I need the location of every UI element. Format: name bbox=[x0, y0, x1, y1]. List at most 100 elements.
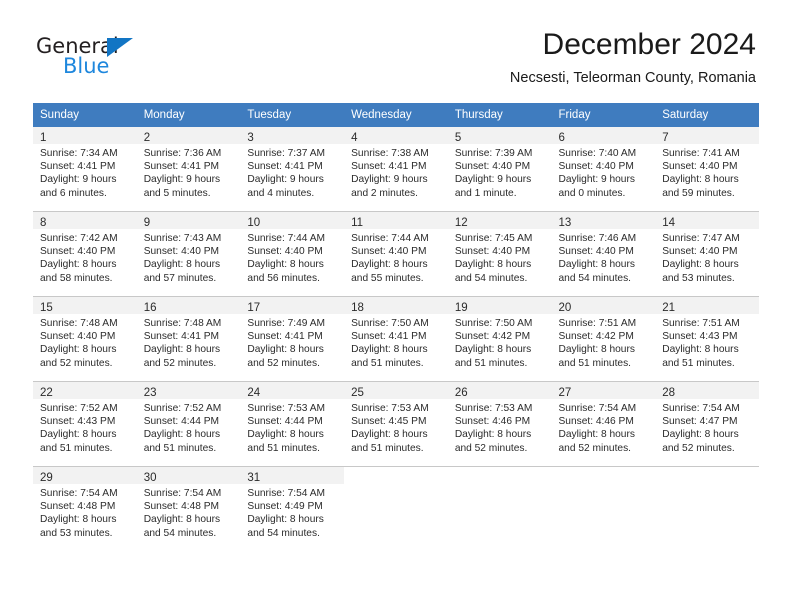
day-number: 2 bbox=[143, 132, 151, 144]
day-details: Sunrise: 7:53 AM Sunset: 4:45 PM Daylight:… bbox=[344, 399, 448, 455]
day-details: Sunrise: 7:54 AM Sunset: 4:48 PM Daylight:… bbox=[33, 484, 137, 540]
calendar-day-cell[interactable]: 26 Sunrise: 7:53 AM Sunset: 4:46 PM Dayligh… bbox=[447, 382, 552, 467]
calendar-day-cell[interactable]: 12 Sunrise: 7:45 AM Sunset: 4:40 PM Dayligh… bbox=[447, 212, 552, 297]
sunset-text: Sunset: 4:40 PM bbox=[143, 246, 220, 258]
calendar-day-cell[interactable]: 20 Sunrise: 7:51 AM Sunset: 4:42 PM Dayligh… bbox=[551, 297, 656, 382]
day-details: Sunrise: 7:43 AM Sunset: 4:40 PM Daylight:… bbox=[137, 229, 241, 285]
day-cell-content: 30 Sunrise: 7:54 AM Sunset: 4:48 PM Dayligh… bbox=[136, 467, 241, 551]
title-block: December 2024 Necsesti, Teleorman County… bbox=[510, 28, 756, 88]
daylight-text-line1: Daylight: 8 hours bbox=[247, 514, 324, 526]
calendar-day-cell[interactable]: 11 Sunrise: 7:44 AM Sunset: 4:40 PM Dayligh… bbox=[344, 212, 448, 297]
calendar-day-cell[interactable]: 19 Sunrise: 7:50 AM Sunset: 4:42 PM Dayligh… bbox=[447, 297, 552, 382]
calendar-day-cell[interactable]: 9 Sunrise: 7:43 AM Sunset: 4:40 PM Daylight… bbox=[136, 212, 241, 297]
calendar-day-cell[interactable]: 27 Sunrise: 7:54 AM Sunset: 4:46 PM Dayligh… bbox=[551, 382, 656, 467]
calendar-day-cell[interactable]: 13 Sunrise: 7:46 AM Sunset: 4:40 PM Dayligh… bbox=[551, 212, 656, 297]
day-number: 13 bbox=[558, 217, 572, 229]
calendar-day-cell[interactable]: 21 Sunrise: 7:51 AM Sunset: 4:43 PM Dayligh… bbox=[655, 297, 759, 382]
day-cell-content: 28 Sunrise: 7:54 AM Sunset: 4:47 PM Dayligh… bbox=[655, 382, 759, 466]
weekday-header-monday: Monday bbox=[136, 103, 241, 127]
calendar-page: General Blue December 2024 Necsesti, Tel… bbox=[0, 0, 792, 612]
daylight-text-line1: Daylight: 8 hours bbox=[143, 514, 221, 526]
sunrise-text: Sunrise: 7:42 AM bbox=[40, 233, 118, 244]
calendar-day-cell[interactable]: 15 Sunrise: 7:48 AM Sunset: 4:40 PM Dayligh… bbox=[33, 297, 137, 382]
day-cell-content: 27 Sunrise: 7:54 AM Sunset: 4:46 PM Dayligh… bbox=[551, 382, 656, 466]
calendar-day-cell[interactable]: 6 Sunrise: 7:40 AM Sunset: 4:40 PM Daylight… bbox=[551, 127, 656, 212]
location-subtitle: Necsesti, Teleorman County, Romania bbox=[509, 70, 756, 86]
day-number: 4 bbox=[351, 132, 358, 144]
daylight-text-line1: Daylight: 8 hours bbox=[247, 429, 324, 441]
daylight-text-line2: and 57 minutes. bbox=[143, 272, 217, 284]
sunrise-text: Sunrise: 7:34 AM bbox=[40, 148, 118, 159]
day-details: Sunrise: 7:53 AM Sunset: 4:44 PM Daylight:… bbox=[240, 399, 344, 455]
sunrise-text: Sunrise: 7:50 AM bbox=[351, 318, 429, 329]
day-number-bar: 2 bbox=[136, 127, 241, 144]
calendar-day-cell[interactable]: 14 Sunrise: 7:47 AM Sunset: 4:40 PM Dayligh… bbox=[655, 212, 759, 297]
daylight-text-line1: Daylight: 9 hours bbox=[558, 174, 635, 186]
calendar-day-cell[interactable]: 18 Sunrise: 7:50 AM Sunset: 4:41 PM Dayligh… bbox=[344, 297, 448, 382]
day-number: 28 bbox=[662, 387, 676, 399]
empty-day bbox=[447, 467, 552, 551]
sunset-text: Sunset: 4:40 PM bbox=[40, 246, 116, 258]
calendar-cell-empty bbox=[655, 467, 759, 551]
day-details: Sunrise: 7:54 AM Sunset: 4:49 PM Daylight:… bbox=[240, 484, 344, 540]
calendar-day-cell[interactable]: 25 Sunrise: 7:53 AM Sunset: 4:45 PM Dayligh… bbox=[344, 382, 448, 467]
daylight-text-line1: Daylight: 9 hours bbox=[247, 174, 324, 186]
calendar-day-cell[interactable]: 24 Sunrise: 7:53 AM Sunset: 4:44 PM Dayligh… bbox=[240, 382, 345, 467]
day-details: Sunrise: 7:39 AM Sunset: 4:40 PM Daylight:… bbox=[448, 144, 552, 200]
day-number-bar: 22 bbox=[33, 382, 137, 399]
day-number: 6 bbox=[558, 132, 565, 144]
day-number: 25 bbox=[351, 387, 364, 399]
sunset-text: Sunset: 4:41 PM bbox=[247, 161, 323, 173]
daylight-text-line2: and 51 minutes. bbox=[662, 357, 735, 369]
daylight-text-line2: and 51 minutes. bbox=[454, 357, 528, 369]
calendar-week-row: 29 Sunrise: 7:54 AM Sunset: 4:48 PM Dayligh… bbox=[33, 467, 759, 551]
day-details: Sunrise: 7:54 AM Sunset: 4:47 PM Daylight:… bbox=[655, 399, 759, 455]
day-details: Sunrise: 7:50 AM Sunset: 4:41 PM Daylight:… bbox=[344, 314, 448, 370]
calendar-day-cell[interactable]: 22 Sunrise: 7:52 AM Sunset: 4:43 PM Dayligh… bbox=[33, 382, 137, 467]
daylight-text-line1: Daylight: 9 hours bbox=[454, 174, 532, 186]
calendar-day-cell[interactable]: 30 Sunrise: 7:54 AM Sunset: 4:48 PM Dayligh… bbox=[136, 467, 241, 551]
sunset-text: Sunset: 4:41 PM bbox=[351, 161, 427, 173]
day-number: 10 bbox=[247, 217, 261, 229]
calendar-day-cell[interactable]: 28 Sunrise: 7:54 AM Sunset: 4:47 PM Dayligh… bbox=[655, 382, 759, 467]
daylight-text-line2: and 52 minutes. bbox=[40, 357, 113, 369]
day-number: 16 bbox=[143, 302, 157, 314]
day-number-bar: 16 bbox=[136, 297, 241, 314]
calendar-day-cell[interactable]: 17 Sunrise: 7:49 AM Sunset: 4:41 PM Dayligh… bbox=[240, 297, 345, 382]
calendar-week-row: 8 Sunrise: 7:42 AM Sunset: 4:40 PM Daylight… bbox=[33, 212, 759, 297]
daylight-text-line2: and 54 minutes. bbox=[143, 527, 217, 539]
sunrise-text: Sunrise: 7:44 AM bbox=[247, 233, 325, 244]
day-details: Sunrise: 7:48 AM Sunset: 4:40 PM Daylight:… bbox=[33, 314, 137, 370]
calendar-day-cell[interactable]: 23 Sunrise: 7:52 AM Sunset: 4:44 PM Dayligh… bbox=[136, 382, 241, 467]
general-blue-logo[interactable]: General Blue bbox=[36, 35, 216, 85]
calendar-day-cell[interactable]: 4 Sunrise: 7:38 AM Sunset: 4:41 PM Daylight… bbox=[344, 127, 448, 212]
daylight-text-line1: Daylight: 8 hours bbox=[143, 259, 221, 271]
sunrise-text: Sunrise: 7:53 AM bbox=[454, 403, 533, 414]
day-number: 19 bbox=[454, 302, 468, 314]
calendar-header-row: Sunday Monday Tuesday Wednesday Thursday… bbox=[33, 103, 759, 127]
calendar-day-cell[interactable]: 16 Sunrise: 7:48 AM Sunset: 4:41 PM Dayligh… bbox=[136, 297, 241, 382]
day-cell-content: 12 Sunrise: 7:45 AM Sunset: 4:40 PM Dayligh… bbox=[447, 212, 552, 296]
daylight-text-line1: Daylight: 8 hours bbox=[454, 344, 532, 356]
sunset-text: Sunset: 4:40 PM bbox=[662, 246, 738, 258]
calendar-day-cell[interactable]: 3 Sunrise: 7:37 AM Sunset: 4:41 PM Daylight… bbox=[240, 127, 345, 212]
day-number-bar: 17 bbox=[240, 297, 345, 314]
calendar-cell-empty bbox=[447, 467, 552, 551]
day-cell-content: 20 Sunrise: 7:51 AM Sunset: 4:42 PM Dayligh… bbox=[551, 297, 656, 381]
sunrise-text: Sunrise: 7:53 AM bbox=[247, 403, 325, 414]
calendar-day-cell[interactable]: 8 Sunrise: 7:42 AM Sunset: 4:40 PM Daylight… bbox=[33, 212, 137, 297]
calendar-day-cell[interactable]: 7 Sunrise: 7:41 AM Sunset: 4:40 PM Daylight… bbox=[655, 127, 759, 212]
calendar-day-cell[interactable]: 1 Sunrise: 7:34 AM Sunset: 4:41 PM Daylight… bbox=[33, 127, 137, 212]
calendar-day-cell[interactable]: 29 Sunrise: 7:54 AM Sunset: 4:48 PM Dayligh… bbox=[33, 467, 137, 551]
day-cell-content: 11 Sunrise: 7:44 AM Sunset: 4:40 PM Dayligh… bbox=[344, 212, 448, 296]
day-cell-content: 21 Sunrise: 7:51 AM Sunset: 4:43 PM Dayligh… bbox=[655, 297, 759, 381]
calendar-day-cell[interactable]: 31 Sunrise: 7:54 AM Sunset: 4:49 PM Dayligh… bbox=[240, 467, 345, 551]
calendar-day-cell[interactable]: 5 Sunrise: 7:39 AM Sunset: 4:40 PM Daylight… bbox=[447, 127, 552, 212]
calendar-day-cell[interactable]: 10 Sunrise: 7:44 AM Sunset: 4:40 PM Dayligh… bbox=[240, 212, 345, 297]
day-number: 22 bbox=[40, 387, 53, 399]
logo-triangle-icon bbox=[107, 38, 133, 57]
day-number-bar: 6 bbox=[551, 127, 656, 144]
daylight-text-line2: and 59 minutes. bbox=[662, 187, 735, 199]
calendar-day-cell[interactable]: 2 Sunrise: 7:36 AM Sunset: 4:41 PM Daylight… bbox=[136, 127, 241, 212]
day-details: Sunrise: 7:46 AM Sunset: 4:40 PM Daylight:… bbox=[552, 229, 656, 285]
